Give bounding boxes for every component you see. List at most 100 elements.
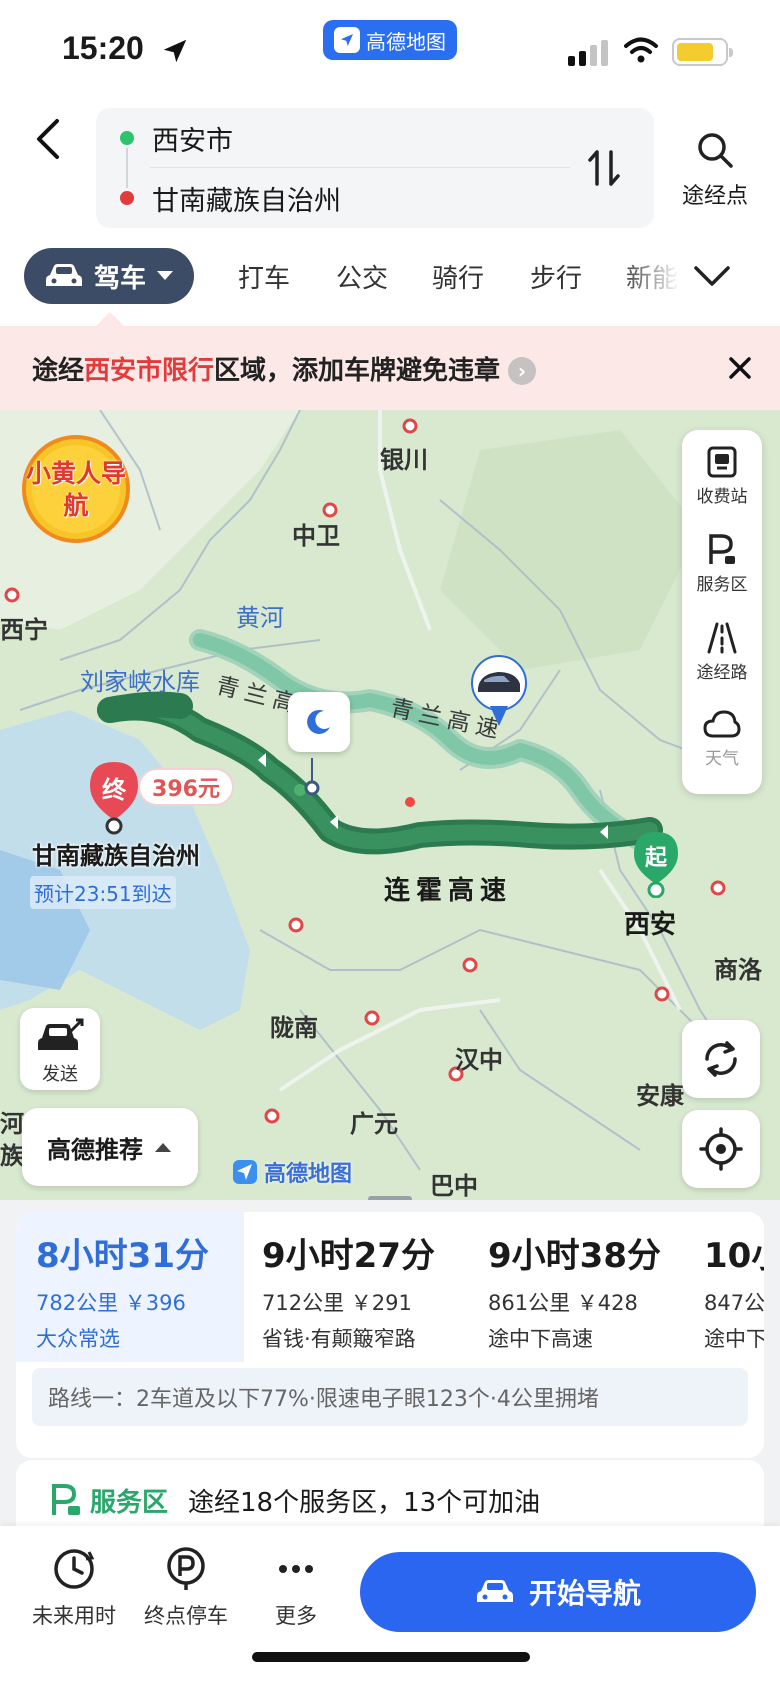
- route-duration: 9小时38分: [488, 1236, 661, 1276]
- car-location-marker-icon: [471, 655, 527, 726]
- tab-drive-label: 驾车: [93, 263, 146, 294]
- toll-station-label: 收费站: [696, 487, 748, 507]
- route-preference-button[interactable]: 高德推荐: [22, 1108, 198, 1186]
- city-longnan: 陇南: [270, 1014, 318, 1042]
- more-dots-icon: [279, 1565, 313, 1573]
- end-parking-button[interactable]: 终点停车: [136, 1546, 236, 1630]
- weather-icon: [703, 710, 741, 738]
- via-road-tool[interactable]: 途经路: [682, 610, 762, 698]
- route-options: 8小时31分 782公里 ￥396 大众常选 9小时27分 712公里 ￥291…: [16, 1212, 764, 1458]
- route-distance-cost: 712公里 ￥291: [262, 1291, 412, 1315]
- more-button[interactable]: 更多: [246, 1546, 346, 1630]
- close-icon[interactable]: [722, 350, 758, 386]
- tab-taxi[interactable]: 打车: [238, 258, 290, 295]
- city-ankang: 安康: [636, 1082, 684, 1110]
- destination-field[interactable]: 甘南藏族自治州: [120, 168, 580, 228]
- toll-station-icon: [707, 446, 737, 478]
- tab-cycling[interactable]: 骑行: [432, 258, 484, 295]
- search-icon: [698, 133, 733, 168]
- route-option-3[interactable]: 9小时38分 861公里 ￥428 途中下高速: [470, 1212, 692, 1362]
- banner-highlight: 西安市限行: [84, 355, 215, 386]
- route-tag: 途中下高速: [488, 1327, 593, 1351]
- map-logo-text: 高德地图: [264, 1162, 353, 1187]
- night-mode-marker[interactable]: [288, 692, 350, 752]
- waypoint-label: 途经点: [681, 184, 748, 209]
- city-zhongwei: 中卫: [292, 522, 340, 550]
- destination-text: 甘南藏族自治州: [152, 185, 341, 217]
- road-lianhuo: 连霍高速: [384, 876, 513, 906]
- weather-tool[interactable]: 天气: [682, 698, 762, 786]
- future-time-button[interactable]: 未来用时: [24, 1546, 124, 1630]
- route-tag: 大众常选: [36, 1327, 120, 1351]
- route-duration: 8小时31分: [36, 1236, 209, 1276]
- chevron-right-icon: ›: [508, 357, 537, 385]
- send-to-car-button[interactable]: 发送: [20, 1008, 100, 1090]
- origin-field[interactable]: 西安市: [120, 108, 580, 168]
- locate-me-button[interactable]: [682, 1110, 760, 1188]
- route-distance-cost: 861公里 ￥428: [488, 1291, 638, 1315]
- route-option-2[interactable]: 9小时27分 712公里 ￥291 省钱·有颠簸窄路: [244, 1212, 470, 1362]
- wifi-icon: [624, 37, 658, 63]
- weather-label: 天气: [705, 749, 739, 769]
- route-preference-label: 高德推荐: [47, 1135, 143, 1164]
- refresh-route-button[interactable]: [682, 1020, 760, 1098]
- city-edge-zu: 族: [0, 1142, 24, 1170]
- amap-logo-icon: [233, 1160, 257, 1184]
- via-road-icon: [707, 622, 737, 654]
- toll-station-tool[interactable]: 收费站: [682, 434, 762, 522]
- cellular-signal-icon: [568, 40, 608, 66]
- future-time-label: 未来用时: [32, 1604, 116, 1628]
- travel-mode-tabs: 驾车 打车 公交 骑行 步行 新能: [0, 246, 780, 308]
- chevron-down-icon[interactable]: [690, 258, 734, 294]
- status-bar: 15:20 高德地图: [0, 0, 780, 96]
- route-tag: 途中下: [704, 1327, 764, 1351]
- city-shangluo: 商洛: [714, 956, 762, 984]
- route-option-1[interactable]: 8小时31分 782公里 ￥396 大众常选: [16, 1212, 244, 1362]
- caret-down-icon: [157, 271, 173, 280]
- service-area-label: 服务区: [696, 575, 748, 595]
- service-area-icon: [52, 1484, 80, 1515]
- more-label: 更多: [275, 1604, 317, 1628]
- tab-walking[interactable]: 步行: [530, 258, 582, 295]
- send-label: 发送: [42, 1064, 78, 1085]
- via-road-label: 途经路: [696, 663, 748, 683]
- route-duration: 10小: [704, 1236, 764, 1276]
- origin-pin[interactable]: 起: [632, 830, 680, 902]
- home-indicator[interactable]: [252, 1652, 530, 1662]
- bottom-action-bar: 未来用时 终点停车 更多 开始导航: [0, 1526, 780, 1688]
- app-return-pill[interactable]: 高德地图: [323, 20, 457, 60]
- city-yinchuan: 银川: [380, 446, 428, 474]
- city-xining: 西宁: [0, 616, 48, 644]
- crosshair-icon: [699, 1127, 743, 1171]
- start-navigation-button[interactable]: 开始导航: [360, 1552, 756, 1632]
- tab-transit[interactable]: 公交: [336, 258, 388, 295]
- add-waypoint-button[interactable]: 途经点: [672, 130, 758, 210]
- banner-text: 途经西安市限行区域，添加车牌避免违章 ›: [32, 350, 537, 387]
- city-guangyuan: 广元: [350, 1110, 398, 1138]
- service-area-tool[interactable]: 服务区: [682, 522, 762, 610]
- location-arrow-icon: [163, 39, 187, 63]
- tab-drive[interactable]: 驾车: [24, 248, 194, 304]
- eta-label: 预计23:51到达: [30, 876, 176, 909]
- map-view[interactable]: 银川 中卫 西宁 黄河 刘家峡水库 陇南 汉中 广元 巴中 安康 商洛 河 族 …: [0, 410, 780, 1210]
- service-area-icon: [709, 534, 735, 564]
- route-distance-cost: 847公: [704, 1291, 764, 1315]
- back-button[interactable]: [28, 112, 68, 166]
- status-time: 15:20: [62, 30, 144, 66]
- moon-icon: [307, 709, 330, 734]
- service-area-title: 服务区: [90, 1487, 169, 1518]
- swap-route-icon[interactable]: [584, 144, 624, 192]
- route-option-4[interactable]: 10小 847公 途中下: [692, 1212, 764, 1362]
- minion-nav-badge[interactable]: 小黄人导航: [18, 434, 134, 544]
- start-navigation-label: 开始导航: [528, 1577, 641, 1610]
- destination-pin[interactable]: 终: [86, 760, 142, 840]
- restriction-banner[interactable]: 途经西安市限行区域，添加车牌避免违章 ›: [0, 326, 780, 410]
- battery-icon: [672, 38, 733, 66]
- route-summary-info: 路线一：2车道及以下77%·限速电子眼123个·4公里拥堵: [32, 1368, 748, 1426]
- car-icon: [476, 1580, 513, 1602]
- origin-text: 西安市: [152, 125, 233, 157]
- city-bazhong: 巴中: [430, 1172, 478, 1200]
- destination-pin-label: 终: [102, 776, 126, 804]
- minion-badge-label: 小黄人导航: [26, 459, 127, 520]
- map-tool-panel: 收费站 服务区 途经路 天气: [682, 430, 762, 794]
